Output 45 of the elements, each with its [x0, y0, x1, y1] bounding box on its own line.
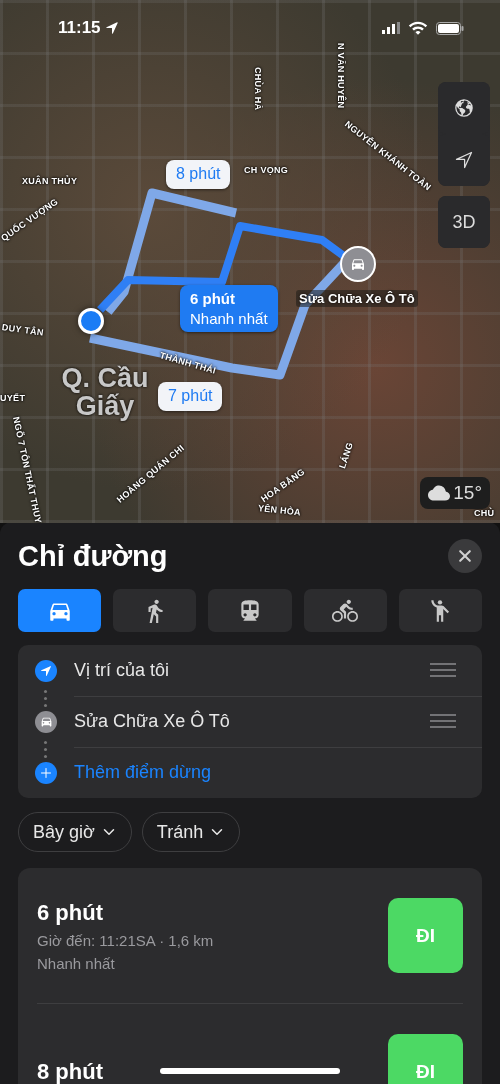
route-time-callout[interactable]: 6 phút Nhanh nhất	[180, 285, 278, 332]
bicycle-icon	[332, 597, 359, 624]
car-icon	[35, 710, 57, 733]
connector-dots	[44, 690, 47, 707]
connector-dots	[44, 741, 47, 758]
battery-icon	[436, 21, 464, 35]
route-duration: 6 phút	[37, 899, 104, 926]
street-label: CHÙ	[474, 508, 495, 518]
street-label: N VĂN HUYÊN	[336, 43, 346, 109]
transport-mode-tab[interactable]	[398, 589, 482, 632]
option-dropdown[interactable]: Bây giờ	[18, 812, 132, 852]
route-time-callout[interactable]: 8 phút	[166, 160, 231, 189]
signal-icon	[382, 22, 400, 34]
drag-handle-icon[interactable]	[430, 663, 456, 677]
street-label: CH VỌNG	[244, 165, 289, 175]
street-label: XUÂN THỦY	[22, 176, 78, 186]
street-label: THÀNH THÁI	[158, 350, 218, 376]
district-label: Q. Cầu Giấy	[60, 364, 150, 421]
destination-label: Sửa Chữa Xe Ô Tô	[296, 290, 418, 307]
clock: 11:15	[58, 18, 101, 38]
route-duration: 8 phút	[37, 1058, 103, 1084]
street-label: CHÙA HÀ	[253, 67, 263, 111]
transport-mode-tab[interactable]	[113, 589, 197, 632]
close-button[interactable]	[448, 539, 482, 573]
add-icon	[35, 761, 57, 784]
street-label: UYẾT	[0, 393, 26, 403]
route-time-callout[interactable]: 7 phút	[158, 382, 223, 411]
transport-mode-tab[interactable]	[208, 589, 292, 632]
street-label: DUY TÂN	[1, 322, 45, 338]
waypoint-label[interactable]: Sửa Chữa Xe Ô Tô	[74, 710, 230, 732]
sheet-title: Chỉ đường	[18, 539, 168, 573]
drag-handle-icon[interactable]	[430, 714, 456, 728]
3d-button[interactable]: 3D	[438, 196, 490, 248]
location-arrow-icon	[104, 21, 119, 35]
temperature: 15°	[453, 482, 482, 504]
street-label: NGÕ 7 TÔN THẤT THUY	[11, 415, 44, 523]
add-stop-link[interactable]: Thêm điểm dừng	[74, 762, 212, 783]
transport-mode-tab[interactable]	[303, 589, 387, 632]
option-dropdown[interactable]: Tránh	[141, 812, 241, 852]
route-details: Giờ đến: 11:21SA · 1,6 km	[37, 931, 214, 949]
route-note: Nhanh nhất	[37, 954, 116, 972]
street-label: YÊN HÒA	[257, 503, 302, 518]
transport-mode-tab[interactable]	[18, 589, 102, 632]
waypoint-label[interactable]: Vị trí của tôi	[74, 659, 170, 681]
street-label: LÁNG	[337, 441, 355, 470]
